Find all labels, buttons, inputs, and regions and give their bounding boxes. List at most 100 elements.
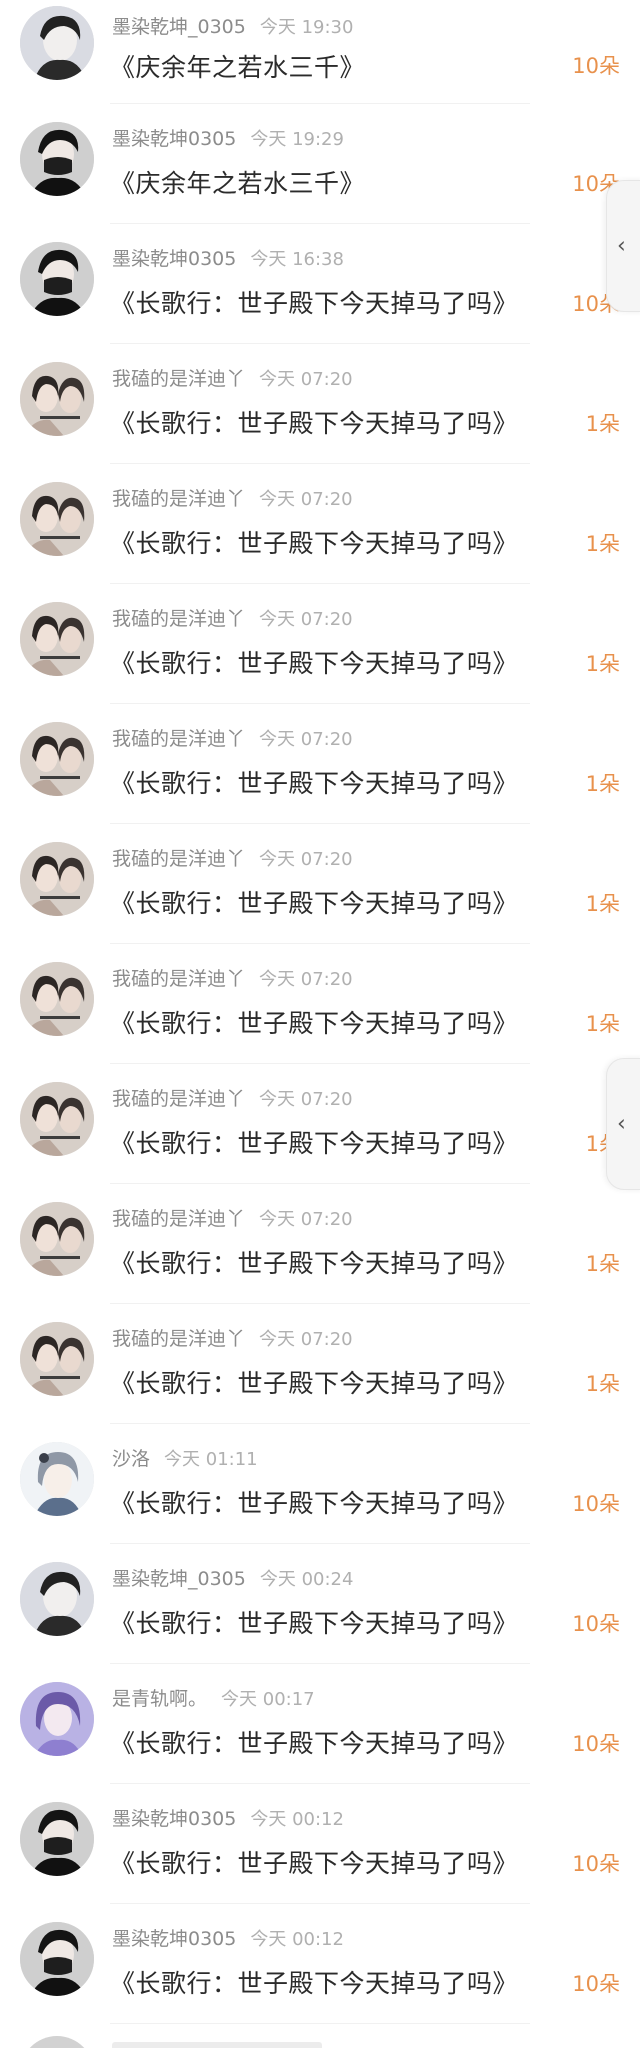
username[interactable]: 我磕的是洋迪丫 xyxy=(112,368,245,390)
record-meta: 墨染乾坤0305 今天 00:12 xyxy=(112,1924,344,1951)
book-title[interactable]: 《长歌行：世子殿下今天掉马了吗》 xyxy=(110,764,518,800)
book-title[interactable]: 《长歌行：世子殿下今天掉马了吗》 xyxy=(110,1964,518,2000)
username[interactable]: 我磕的是洋迪丫 xyxy=(112,488,245,510)
avatar[interactable] xyxy=(20,842,94,916)
timestamp: 今天 00:17 xyxy=(221,1689,315,1710)
record-meta: 我磕的是洋迪丫 今天 07:20 xyxy=(112,724,353,751)
username[interactable]: 墨染乾坤0305 xyxy=(112,1928,236,1950)
gift-record-item[interactable]: 我磕的是洋迪丫 今天 07:20 《长歌行：世子殿下今天掉马了吗》 1朵 xyxy=(0,344,640,464)
username[interactable]: 墨染乾坤0305 xyxy=(112,128,236,150)
timestamp: 今天 07:20 xyxy=(259,849,353,870)
gift-record-item[interactable]: 我磕的是洋迪丫 今天 07:20 《长歌行：世子殿下今天掉马了吗》 1朵 xyxy=(0,1304,640,1424)
username[interactable]: 我磕的是洋迪丫 xyxy=(112,728,245,750)
side-drawer-tab[interactable]: ‹ xyxy=(606,180,640,312)
avatar[interactable] xyxy=(20,1802,94,1876)
book-title[interactable]: 《长歌行：世子殿下今天掉马了吗》 xyxy=(110,1364,518,1400)
gift-record-item[interactable]: 我磕的是洋迪丫 今天 07:20 《长歌行：世子殿下今天掉马了吗》 1朵 xyxy=(0,824,640,944)
flower-count: 10朵 xyxy=(572,1732,620,1756)
avatar xyxy=(20,2036,94,2048)
list-item-partial xyxy=(0,2024,640,2048)
record-meta: 我磕的是洋迪丫 今天 07:20 xyxy=(112,484,353,511)
avatar[interactable] xyxy=(20,722,94,796)
username[interactable]: 墨染乾坤_0305 xyxy=(112,1568,246,1590)
avatar[interactable] xyxy=(20,962,94,1036)
gift-record-item[interactable]: 我磕的是洋迪丫 今天 07:20 《长歌行：世子殿下今天掉马了吗》 1朵 xyxy=(0,704,640,824)
chevron-left-icon: ‹ xyxy=(617,233,626,259)
gift-record-item[interactable]: 墨染乾坤_0305 今天 00:24 《长歌行：世子殿下今天掉马了吗》 10朵 xyxy=(0,1544,640,1664)
book-title[interactable]: 《庆余年之若水三千》 xyxy=(110,48,365,84)
avatar[interactable] xyxy=(20,1922,94,1996)
gift-record-item[interactable]: 我磕的是洋迪丫 今天 07:20 《长歌行：世子殿下今天掉马了吗》 1朵 xyxy=(0,584,640,704)
flower-count: 1朵 xyxy=(585,1252,620,1276)
avatar[interactable] xyxy=(20,602,94,676)
record-meta: 我磕的是洋迪丫 今天 07:20 xyxy=(112,604,353,631)
gift-list: 墨染乾坤_0305 今天 19:30 《庆余年之若水三千》 10朵 墨染乾坤0305 今天… xyxy=(0,0,640,2024)
avatar[interactable] xyxy=(20,122,94,196)
avatar[interactable] xyxy=(20,6,94,80)
book-title[interactable]: 《长歌行：世子殿下今天掉马了吗》 xyxy=(110,1244,518,1280)
username[interactable]: 我磕的是洋迪丫 xyxy=(112,1328,245,1350)
record-meta: 我磕的是洋迪丫 今天 07:20 xyxy=(112,364,353,391)
flower-count: 1朵 xyxy=(585,652,620,676)
gift-record-item[interactable]: 我磕的是洋迪丫 今天 07:20 《长歌行：世子殿下今天掉马了吗》 1朵 xyxy=(0,1064,640,1184)
book-title[interactable]: 《庆余年之若水三千》 xyxy=(110,164,365,200)
timestamp: 今天 07:20 xyxy=(259,729,353,750)
username[interactable]: 我磕的是洋迪丫 xyxy=(112,968,245,990)
avatar[interactable] xyxy=(20,242,94,316)
username[interactable]: 我磕的是洋迪丫 xyxy=(112,608,245,630)
book-title[interactable]: 《长歌行：世子殿下今天掉马了吗》 xyxy=(110,284,518,320)
timestamp: 今天 19:29 xyxy=(250,129,344,150)
username[interactable]: 我磕的是洋迪丫 xyxy=(112,1208,245,1230)
flower-count: 1朵 xyxy=(585,892,620,916)
avatar[interactable] xyxy=(20,1322,94,1396)
gift-record-item[interactable]: 墨染乾坤0305 今天 00:12 《长歌行：世子殿下今天掉马了吗》 10朵 xyxy=(0,1784,640,1904)
username[interactable]: 沙洛 xyxy=(112,1448,150,1470)
book-title[interactable]: 《长歌行：世子殿下今天掉马了吗》 xyxy=(110,1604,518,1640)
username[interactable]: 是青轨啊。 xyxy=(112,1688,207,1710)
record-meta: 沙洛 今天 01:11 xyxy=(112,1444,258,1471)
gift-record-item[interactable]: 我磕的是洋迪丫 今天 07:20 《长歌行：世子殿下今天掉马了吗》 1朵 xyxy=(0,944,640,1064)
avatar[interactable] xyxy=(20,362,94,436)
avatar[interactable] xyxy=(20,1442,94,1516)
book-title[interactable]: 《长歌行：世子殿下今天掉马了吗》 xyxy=(110,1484,518,1520)
gift-record-item[interactable]: 沙洛 今天 01:11 《长歌行：世子殿下今天掉马了吗》 10朵 xyxy=(0,1424,640,1544)
timestamp: 今天 00:12 xyxy=(250,1929,344,1950)
username[interactable]: 墨染乾坤_0305 xyxy=(112,16,246,38)
flower-count: 1朵 xyxy=(585,1012,620,1036)
flower-count: 10朵 xyxy=(572,1852,620,1876)
gift-record-item[interactable]: 是青轨啊。 今天 00:17 《长歌行：世子殿下今天掉马了吗》 10朵 xyxy=(0,1664,640,1784)
book-title[interactable]: 《长歌行：世子殿下今天掉马了吗》 xyxy=(110,404,518,440)
book-title[interactable]: 《长歌行：世子殿下今天掉马了吗》 xyxy=(110,1724,518,1760)
book-title[interactable]: 《长歌行：世子殿下今天掉马了吗》 xyxy=(110,884,518,920)
username[interactable]: 我磕的是洋迪丫 xyxy=(112,848,245,870)
book-title[interactable]: 《长歌行：世子殿下今天掉马了吗》 xyxy=(110,524,518,560)
book-title[interactable]: 《长歌行：世子殿下今天掉马了吗》 xyxy=(110,644,518,680)
book-title[interactable]: 《长歌行：世子殿下今天掉马了吗》 xyxy=(110,1124,518,1160)
timestamp: 今天 07:20 xyxy=(259,489,353,510)
avatar[interactable] xyxy=(20,1082,94,1156)
flower-count: 1朵 xyxy=(585,532,620,556)
record-meta: 我磕的是洋迪丫 今天 07:20 xyxy=(112,1204,353,1231)
record-meta: 我磕的是洋迪丫 今天 07:20 xyxy=(112,1324,353,1351)
username[interactable]: 墨染乾坤0305 xyxy=(112,248,236,270)
avatar[interactable] xyxy=(20,1202,94,1276)
book-title[interactable]: 《长歌行：世子殿下今天掉马了吗》 xyxy=(110,1004,518,1040)
timestamp: 今天 07:20 xyxy=(259,609,353,630)
side-drawer-tab[interactable]: ‹ xyxy=(606,1058,640,1190)
chevron-left-icon: ‹ xyxy=(617,1111,626,1137)
gift-record-item[interactable]: 墨染乾坤_0305 今天 19:30 《庆余年之若水三千》 10朵 xyxy=(0,0,640,104)
username[interactable]: 墨染乾坤0305 xyxy=(112,1808,236,1830)
gift-record-item[interactable]: 墨染乾坤0305 今天 19:29 《庆余年之若水三千》 10朵 xyxy=(0,104,640,224)
flower-count: 10朵 xyxy=(572,54,620,78)
avatar[interactable] xyxy=(20,1682,94,1756)
avatar[interactable] xyxy=(20,482,94,556)
username[interactable]: 我磕的是洋迪丫 xyxy=(112,1088,245,1110)
gift-record-item[interactable]: 我磕的是洋迪丫 今天 07:20 《长歌行：世子殿下今天掉马了吗》 1朵 xyxy=(0,464,640,584)
gift-record-item[interactable]: 墨染乾坤0305 今天 16:38 《长歌行：世子殿下今天掉马了吗》 10朵 xyxy=(0,224,640,344)
timestamp: 今天 19:30 xyxy=(259,17,354,38)
gift-record-item[interactable]: 墨染乾坤0305 今天 00:12 《长歌行：世子殿下今天掉马了吗》 10朵 xyxy=(0,1904,640,2024)
avatar[interactable] xyxy=(20,1562,94,1636)
gift-record-item[interactable]: 我磕的是洋迪丫 今天 07:20 《长歌行：世子殿下今天掉马了吗》 1朵 xyxy=(0,1184,640,1304)
book-title[interactable]: 《长歌行：世子殿下今天掉马了吗》 xyxy=(110,1844,518,1880)
record-meta: 是青轨啊。 今天 00:17 xyxy=(112,1684,315,1711)
